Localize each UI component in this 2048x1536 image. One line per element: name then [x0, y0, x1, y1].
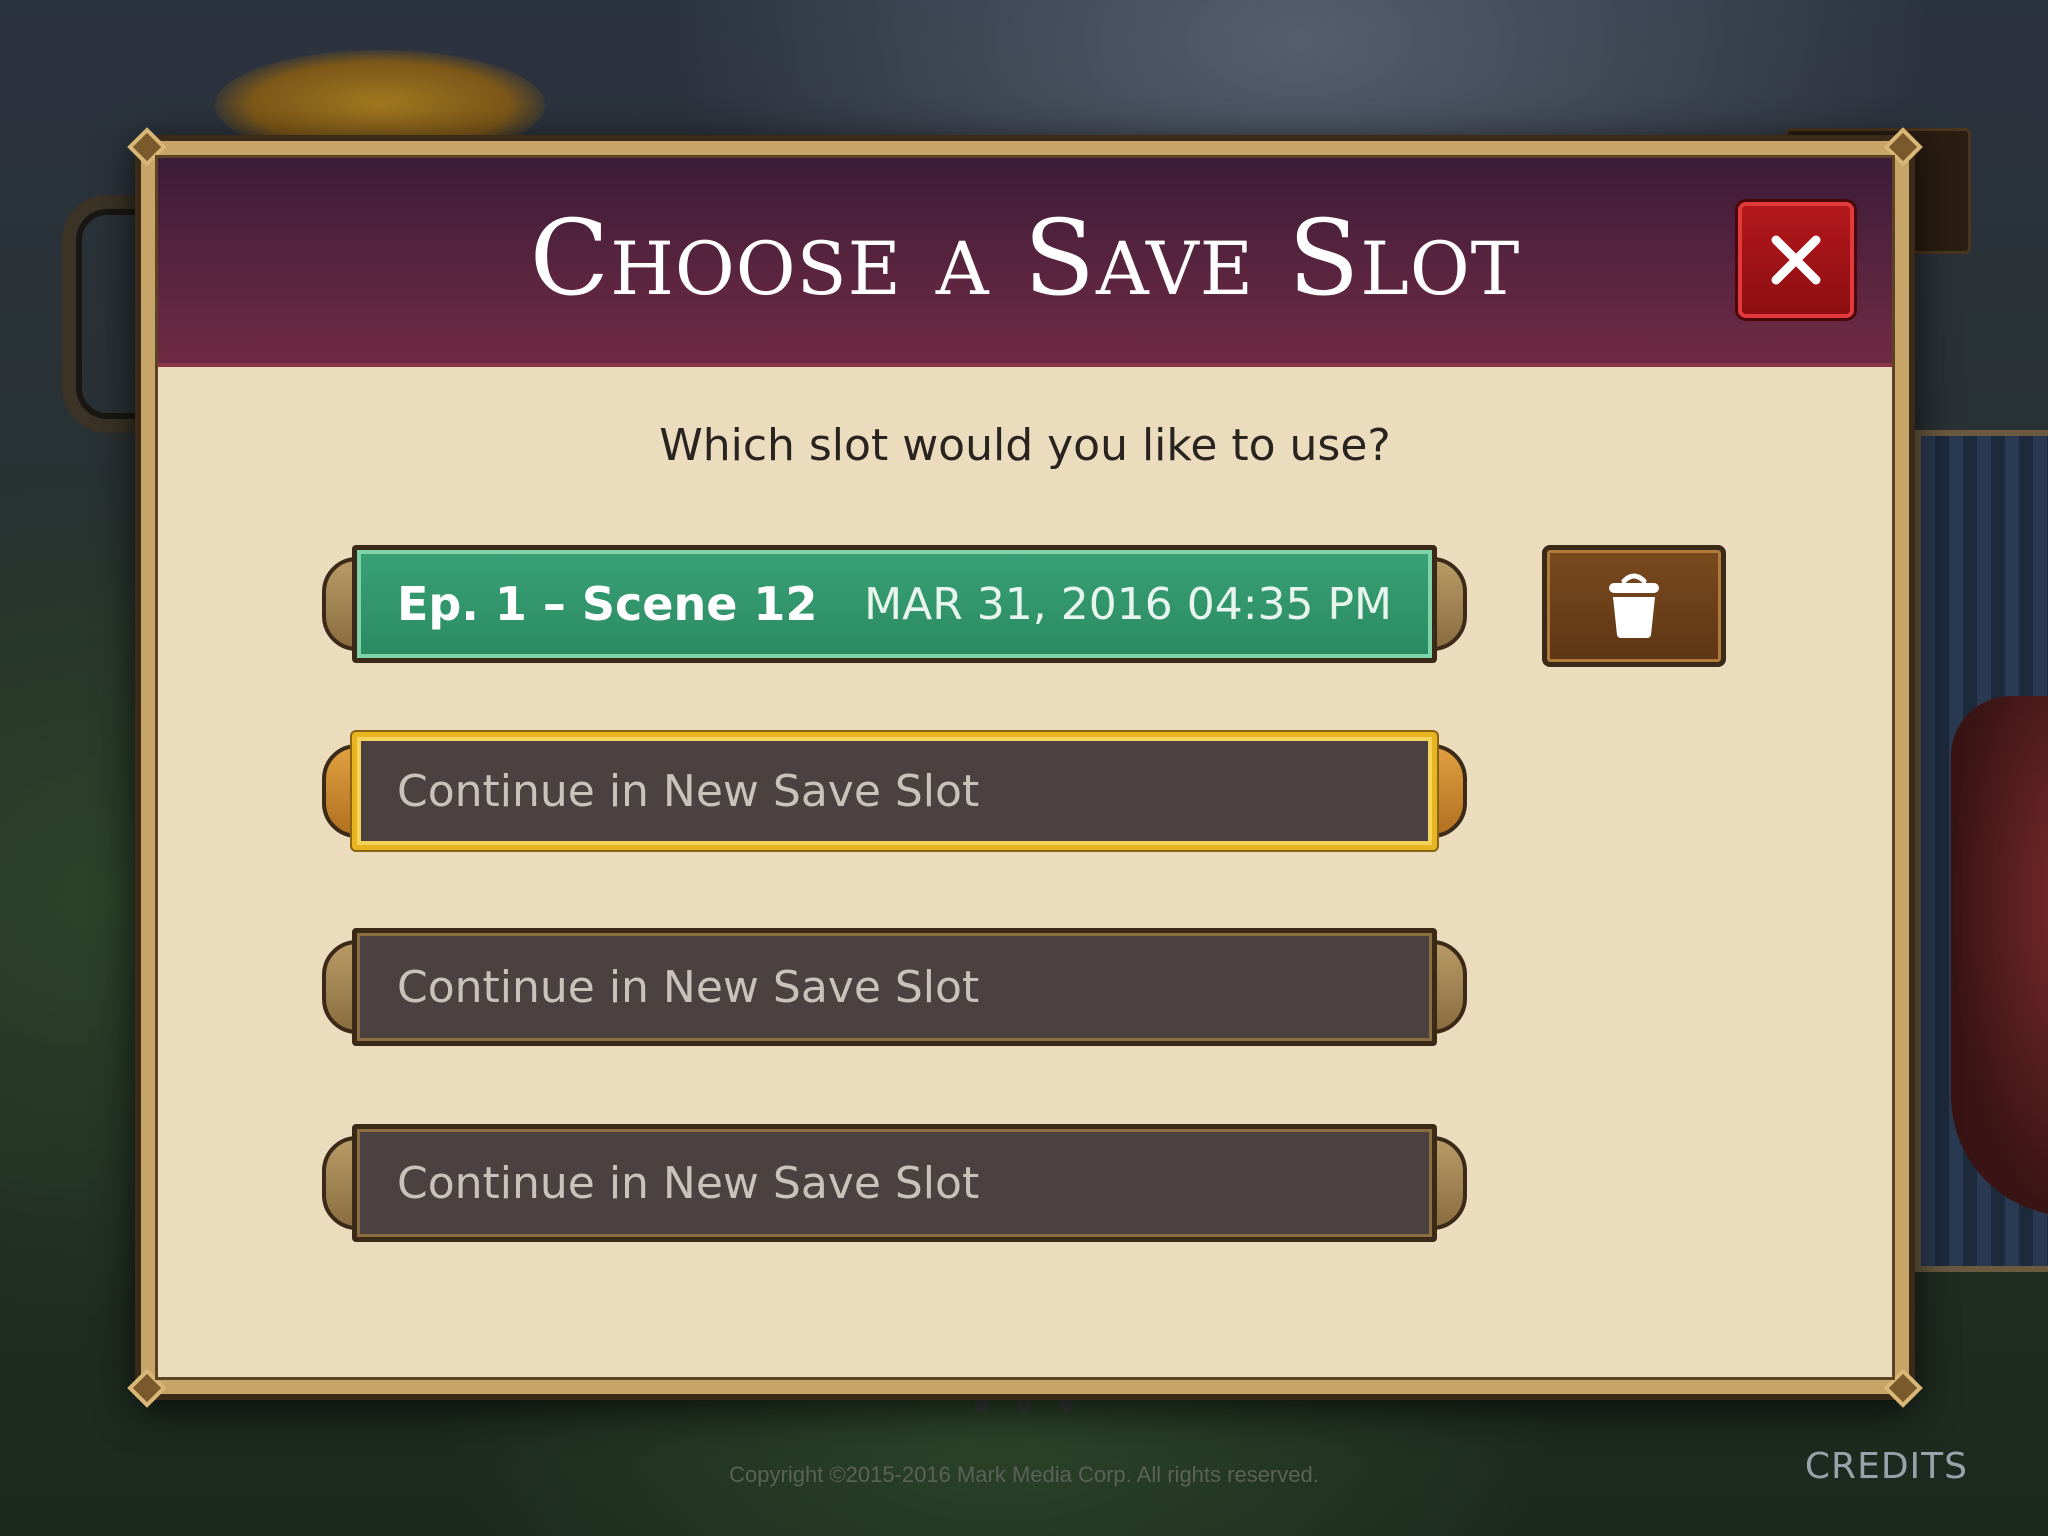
page-dot: [1059, 1398, 1073, 1412]
copyright-text: Copyright ©2015-2016 Mark Media Corp. Al…: [729, 1462, 1319, 1487]
slot-save-date: MAR 31, 2016 04:35 PM: [864, 578, 1392, 630]
dialog-header: Choose a Save Slot: [158, 158, 1892, 367]
slot-label: Continue in New Save Slot: [397, 961, 980, 1013]
dialog-title: Choose a Save Slot: [529, 197, 1521, 319]
trash-icon: [1609, 573, 1659, 638]
background-illustration: [1915, 430, 2048, 1272]
save-slot-button[interactable]: Continue in New Save Slot: [352, 1124, 1437, 1242]
save-slot-button[interactable]: Continue in New Save Slot: [352, 928, 1437, 1046]
credits-link[interactable]: CREDITS: [1805, 1446, 1968, 1487]
save-slot-button[interactable]: Ep. 1 – Scene 12 MAR 31, 2016 04:35 PM: [352, 545, 1437, 663]
save-slot-2[interactable]: Continue in New Save Slot: [322, 732, 1467, 850]
background-character: [1951, 696, 2048, 1216]
save-slot-1[interactable]: Ep. 1 – Scene 12 MAR 31, 2016 04:35 PM: [322, 545, 1467, 663]
slot-scene-name: Ep. 1 – Scene 12: [397, 577, 818, 631]
dialog-prompt: Which slot would you like to use?: [659, 420, 1391, 471]
save-slot-4[interactable]: Continue in New Save Slot: [322, 1124, 1467, 1242]
page-dot: [1017, 1398, 1031, 1412]
delete-save-button[interactable]: [1542, 545, 1726, 667]
page-indicator: [975, 1398, 1073, 1412]
save-slot-3[interactable]: Continue in New Save Slot: [322, 928, 1467, 1046]
save-slot-dialog: Choose a Save Slot Which slot would you …: [127, 127, 1923, 1408]
slot-label: Continue in New Save Slot: [397, 1157, 980, 1209]
close-icon: [1771, 235, 1821, 285]
close-button[interactable]: [1738, 202, 1854, 318]
slot-label: Continue in New Save Slot: [397, 765, 980, 817]
save-slot-button[interactable]: Continue in New Save Slot: [352, 732, 1437, 850]
dialog-body: Choose a Save Slot Which slot would you …: [155, 155, 1895, 1380]
page-dot: [975, 1398, 989, 1412]
game-screen: Copyright ©2015-2016 Mark Media Corp. Al…: [0, 0, 2048, 1536]
